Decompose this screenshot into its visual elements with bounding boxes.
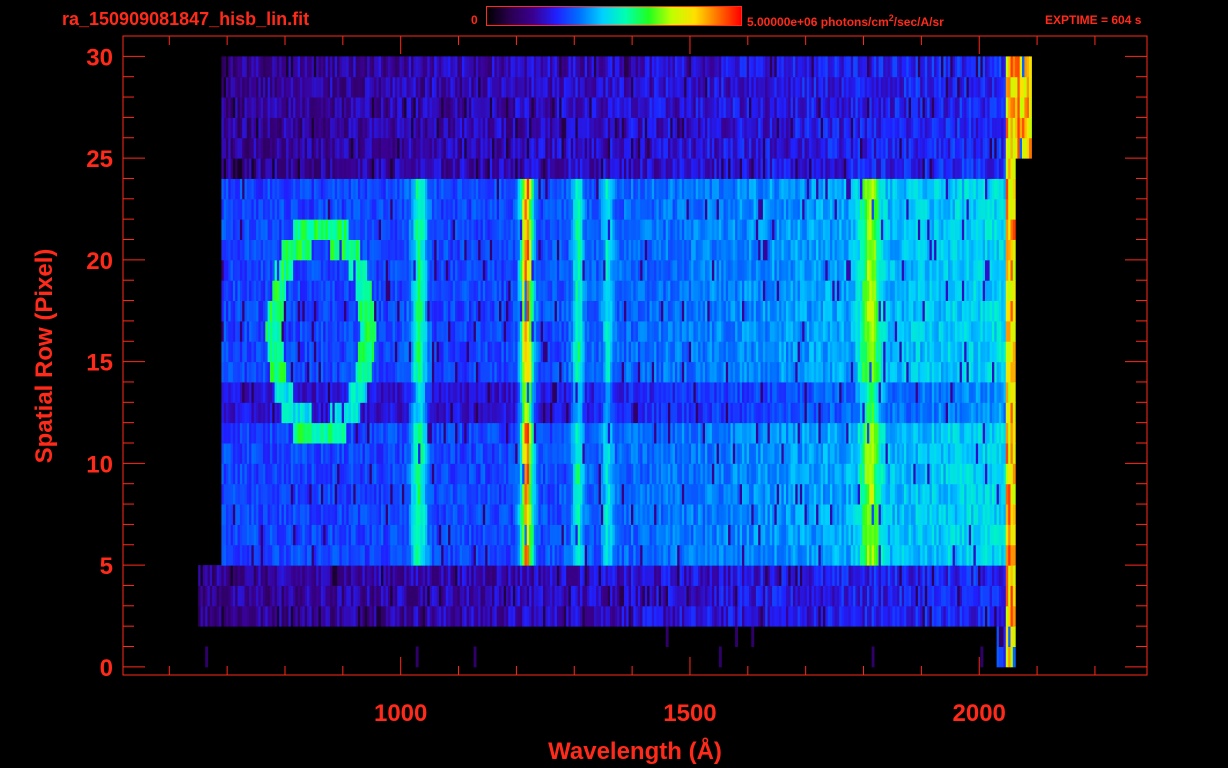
- heatmap-cell: [1012, 524, 1016, 546]
- heatmap-cell: [735, 626, 738, 647]
- heatmap-cells: [198, 56, 1032, 668]
- heatmap-cell: [1012, 361, 1016, 383]
- heatmap-cell: [205, 646, 209, 668]
- heatmap-cell: [473, 646, 477, 668]
- heatmap-cell: [1012, 443, 1016, 464]
- heatmap-cell: [1012, 382, 1016, 403]
- heatmap-cell: [1012, 463, 1016, 485]
- heatmap-cell: [751, 626, 755, 647]
- heatmap-cell: [1012, 422, 1016, 444]
- heatmap-cell: [1012, 646, 1016, 668]
- heatmap-cell: [718, 646, 722, 668]
- heatmap-cell: [1012, 565, 1016, 586]
- heatmap-cell: [980, 646, 984, 668]
- heatmap-cell: [1012, 585, 1016, 607]
- heatmap-cell: [1012, 544, 1016, 566]
- heatmap-cell: [665, 626, 669, 647]
- heatmap-cell: [1012, 504, 1016, 525]
- heatmap-cell: [1012, 402, 1016, 424]
- heatmap-cell: [1012, 341, 1016, 363]
- heatmap-cell: [1012, 605, 1016, 627]
- heatmap-cell: [1012, 483, 1016, 505]
- heatmap-cell: [415, 646, 419, 668]
- heatmap-cell: [871, 646, 875, 668]
- heatmap-cell: [1012, 626, 1016, 647]
- spectral-image-plot: 1000 1500 2000051015202530 Wavelength (Å) …: [31, 35, 1148, 765]
